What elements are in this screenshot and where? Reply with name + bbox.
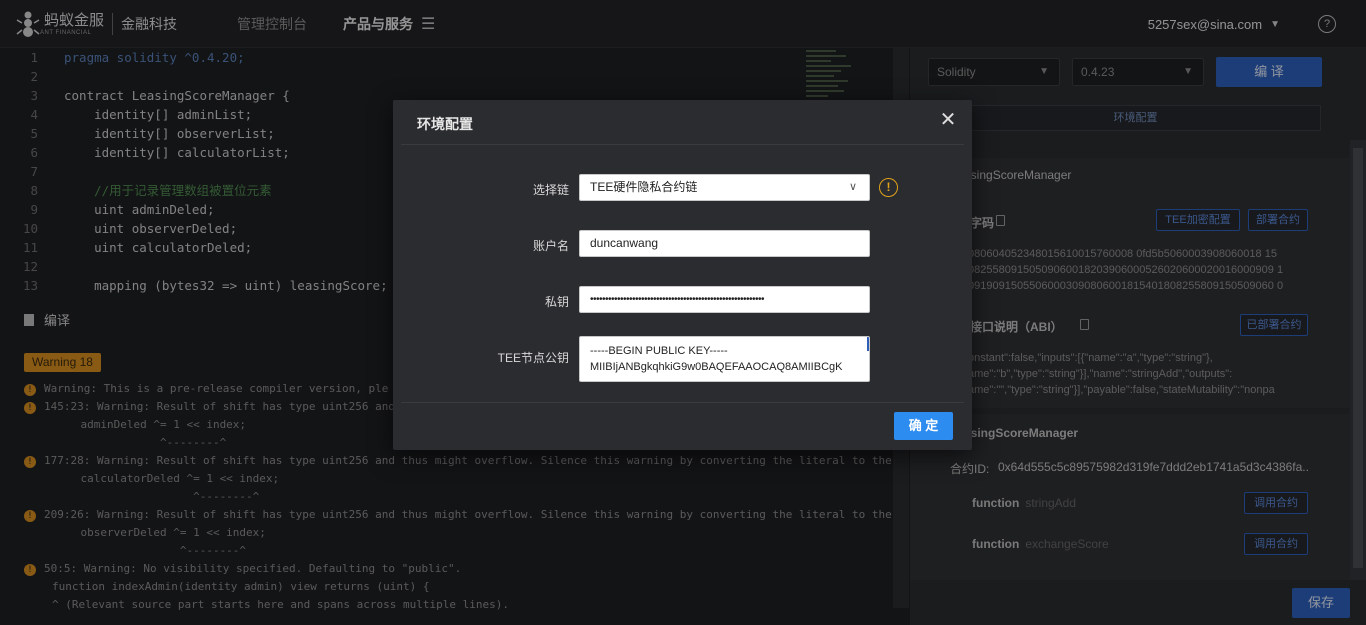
- chevron-down-icon: ∨: [848, 181, 857, 193]
- chain-select[interactable]: TEE硬件隐私合约链 ∨: [579, 174, 870, 201]
- confirm-button[interactable]: 确 定: [894, 412, 953, 440]
- account-input[interactable]: duncanwang: [579, 230, 870, 257]
- tee-public-key-label: TEE节点公钥: [497, 351, 569, 365]
- dialog-title: 环境配置: [417, 116, 473, 132]
- account-label: 账户名: [532, 239, 569, 253]
- divider: [401, 402, 964, 403]
- tee-public-key-textarea[interactable]: -----BEGIN PUBLIC KEY----- MIIBIjANBgkqh…: [579, 336, 870, 382]
- private-key-input[interactable]: ••••••••••••••••••••••••••••••••••••••••…: [579, 286, 870, 313]
- env-config-dialog: 环境配置 ✕ 选择链 TEE硬件隐私合约链 ∨ ! 账户名 duncanwang…: [393, 100, 972, 450]
- divider: [401, 144, 964, 145]
- private-key-label: 私钥: [544, 295, 569, 309]
- textarea-scrollbar[interactable]: [867, 337, 869, 351]
- chain-label: 选择链: [532, 183, 569, 197]
- warning-icon[interactable]: !: [879, 178, 898, 197]
- close-icon[interactable]: ✕: [938, 110, 958, 130]
